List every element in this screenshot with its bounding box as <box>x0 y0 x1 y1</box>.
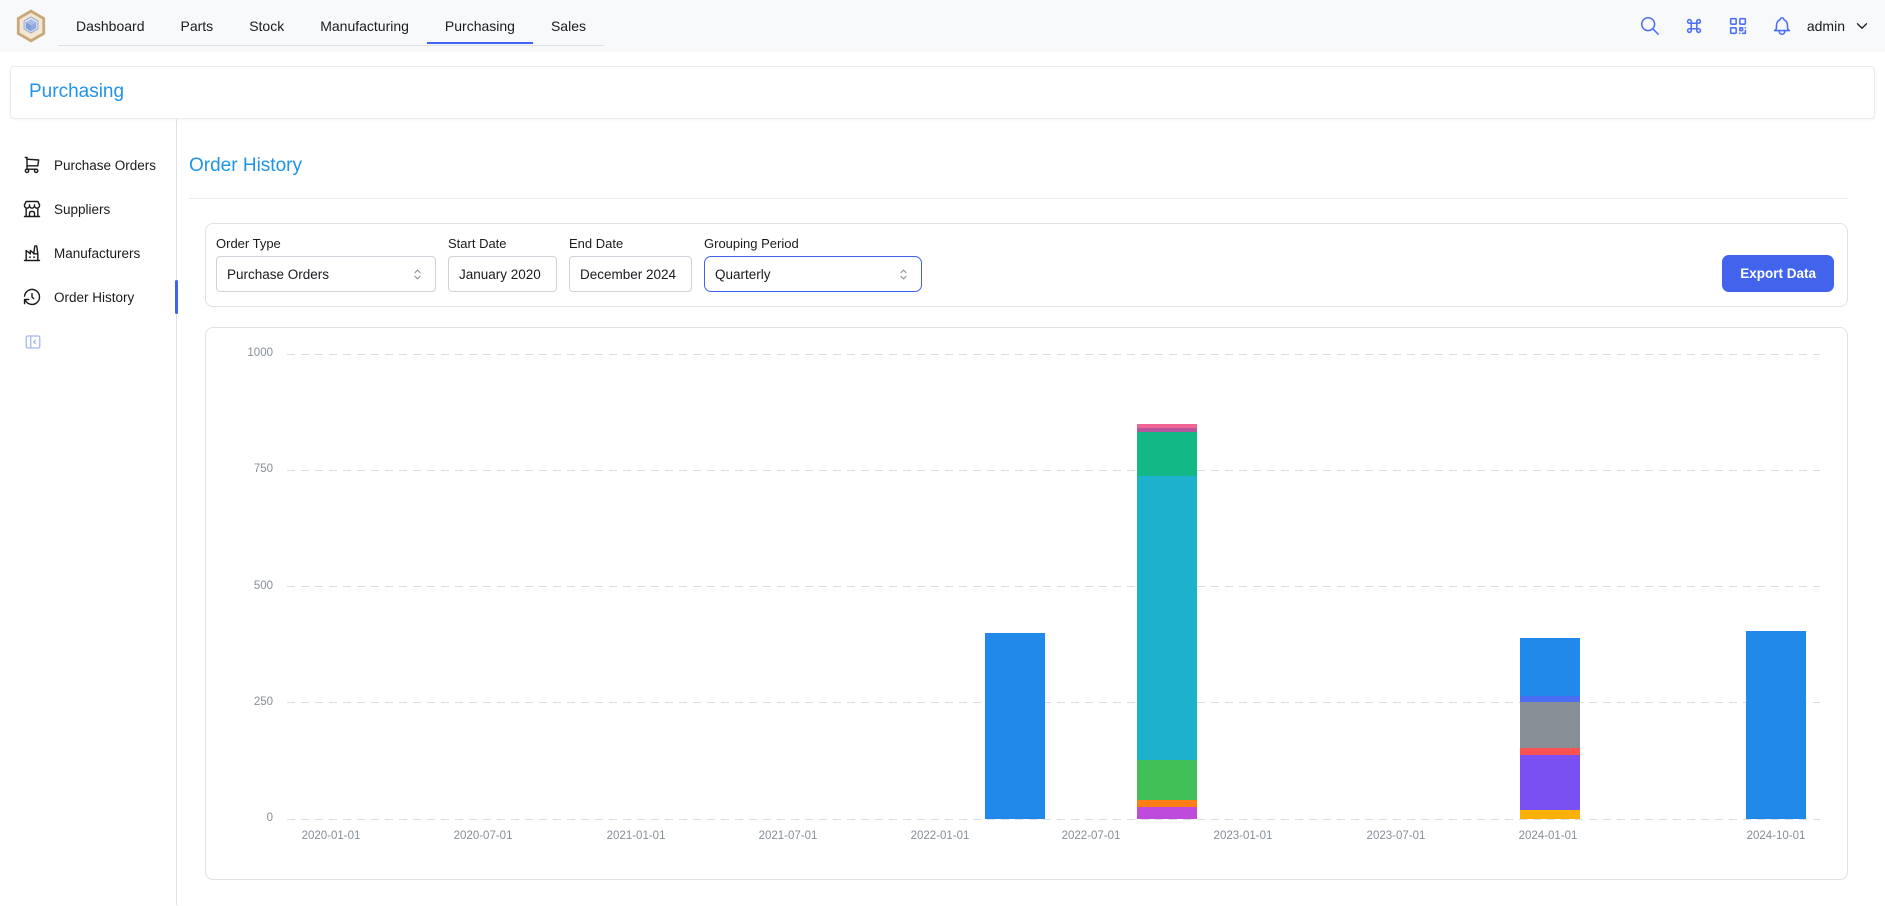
x-axis-label: 2020-01-01 <box>276 830 386 842</box>
factory-icon <box>22 243 42 263</box>
tab-parts[interactable]: Parts <box>163 9 232 44</box>
gridline-500 <box>287 586 1820 587</box>
x-axis-label: 2023-01-01 <box>1188 830 1298 842</box>
y-axis-label: 250 <box>203 696 273 708</box>
tab-manufacturing[interactable]: Manufacturing <box>302 9 427 44</box>
sidebar-item-suppliers[interactable]: Suppliers <box>0 187 176 231</box>
x-axis-label: 2024-10-01 <box>1721 830 1831 842</box>
x-axis-label: 2021-07-01 <box>733 830 843 842</box>
filter-card: Order Type Purchase Orders Start Date Ja… <box>205 223 1848 307</box>
start-date-label: Start Date <box>448 236 557 251</box>
gridline-750 <box>287 470 1820 471</box>
username: admin <box>1807 18 1845 34</box>
y-axis-label: 0 <box>203 812 273 824</box>
x-axis-label: 2022-01-01 <box>885 830 995 842</box>
bar-segment <box>1520 810 1580 819</box>
sidebar-item-label: Suppliers <box>54 202 110 217</box>
start-date-field: Start Date January 2020 <box>448 236 557 292</box>
shopping-cart-icon <box>22 155 42 175</box>
nav-tabs: DashboardPartsStockManufacturingPurchasi… <box>58 6 604 46</box>
order-type-field: Order Type Purchase Orders <box>216 236 436 292</box>
order-history-chart[interactable]: 025050075010002020-01-012020-07-012021-0… <box>287 354 1820 819</box>
history-icon <box>22 287 42 307</box>
tab-stock[interactable]: Stock <box>231 9 302 44</box>
sidebar-item-manufacturers[interactable]: Manufacturers <box>0 231 176 275</box>
gridline-250 <box>287 702 1820 703</box>
stacked-bar-2024-Q1[interactable] <box>1520 638 1580 819</box>
bar-segment <box>1520 755 1580 810</box>
section-heading: Order History <box>189 155 1848 177</box>
gridline-1000 <box>287 354 1820 355</box>
main-panel: Order History Order Type Purchase Orders… <box>177 119 1885 905</box>
bar-segment <box>1520 638 1580 697</box>
selector-icon <box>896 267 911 282</box>
order-type-select[interactable]: Purchase Orders <box>216 256 436 292</box>
stacked-bar-2024-Q4[interactable] <box>1746 631 1806 819</box>
sidebar-item-order-history[interactable]: Order History <box>0 275 176 319</box>
sidebar-collapse-icon[interactable] <box>24 333 42 351</box>
bar-segment <box>1137 760 1197 800</box>
stacked-bar-2022-Q4[interactable] <box>1137 424 1197 819</box>
nav-actions <box>1639 15 1793 37</box>
order-type-label: Order Type <box>216 236 436 251</box>
x-axis-label: 2024-01-01 <box>1493 830 1603 842</box>
start-date-input[interactable]: January 2020 <box>448 256 557 292</box>
building-store-icon <box>22 199 42 219</box>
x-axis-label: 2020-07-01 <box>428 830 538 842</box>
stacked-bar-2022-Q2[interactable] <box>985 633 1045 819</box>
chevron-down-icon <box>1853 17 1871 35</box>
end-date-field: End Date December 2024 <box>569 236 692 292</box>
grouping-period-label: Grouping Period <box>704 236 922 251</box>
y-axis-label: 1000 <box>203 347 273 359</box>
command-icon[interactable] <box>1683 15 1705 37</box>
y-axis-label: 750 <box>203 463 273 475</box>
gridline-0 <box>287 819 1820 820</box>
sidebar-item-label: Manufacturers <box>54 246 140 261</box>
y-axis-label: 500 <box>203 580 273 592</box>
bar-segment <box>1137 476 1197 760</box>
sidebar-item-label: Purchase Orders <box>54 158 156 173</box>
bell-icon[interactable] <box>1771 15 1793 37</box>
end-date-label: End Date <box>569 236 692 251</box>
selector-icon <box>410 267 425 282</box>
bar-segment <box>1520 702 1580 748</box>
bar-segment <box>1746 631 1806 819</box>
bar-segment <box>1137 800 1197 807</box>
user-menu[interactable]: admin <box>1807 17 1871 35</box>
bar-segment <box>985 633 1045 819</box>
inventree-logo[interactable] <box>14 9 48 43</box>
page-title: Purchasing <box>29 81 1864 103</box>
x-axis-label: 2022-07-01 <box>1036 830 1146 842</box>
order-history-chart-card: 0 250 500 750 1000 2020-01-01 2020-07-01 2021-0… <box>205 327 1848 880</box>
bar-segment <box>1137 432 1197 477</box>
tab-purchasing[interactable]: Purchasing <box>427 9 533 44</box>
bar-segment <box>1137 807 1197 819</box>
bar-segment <box>1520 748 1580 755</box>
top-navigation: DashboardPartsStockManufacturingPurchasi… <box>0 0 1885 52</box>
heading-divider <box>189 198 1848 199</box>
sidebar: Purchase Orders Suppliers Manufacturers Ord… <box>0 119 177 905</box>
export-data-button[interactable]: Export Data <box>1722 255 1834 292</box>
grouping-period-select[interactable]: Quarterly <box>704 256 922 292</box>
search-icon[interactable] <box>1639 15 1661 37</box>
sidebar-item-purchase-orders[interactable]: Purchase Orders <box>0 143 176 187</box>
tab-sales[interactable]: Sales <box>533 9 604 44</box>
grouping-period-field: Grouping Period Quarterly <box>704 236 922 292</box>
qrcode-icon[interactable] <box>1727 15 1749 37</box>
page-header-card: Purchasing <box>10 66 1875 119</box>
x-axis-label: 2021-01-01 <box>581 830 691 842</box>
x-axis-label: 2023-07-01 <box>1341 830 1451 842</box>
sidebar-item-label: Order History <box>54 290 134 305</box>
end-date-input[interactable]: December 2024 <box>569 256 692 292</box>
tab-dashboard[interactable]: Dashboard <box>58 9 163 44</box>
